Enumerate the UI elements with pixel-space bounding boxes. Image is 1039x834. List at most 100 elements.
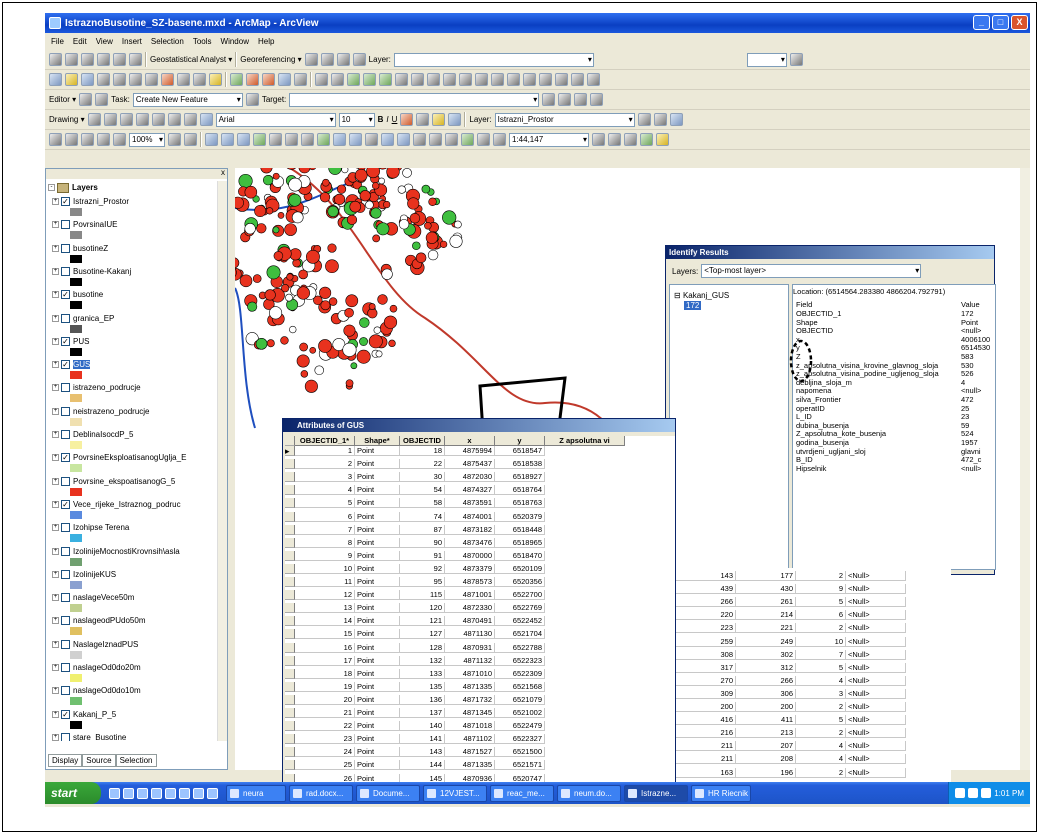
toc-layer-row[interactable]: + PovrsinaIUE [52,218,117,231]
back-extent-icon[interactable] [113,53,126,66]
quicklaunch-icon[interactable] [193,787,204,799]
tool-i-icon[interactable] [443,73,456,86]
layout-tool-b-icon[interactable] [65,133,78,146]
table-row[interactable]: 18 Point 133 4871010 6522309 [285,668,675,679]
zoom-tool-icon[interactable] [237,133,250,146]
font-color-icon[interactable] [400,113,414,126]
layer-visibility-checkbox[interactable] [61,639,70,649]
expand-icon[interactable]: + [52,640,59,648]
expand-icon[interactable]: + [52,198,59,205]
row-selector[interactable] [285,721,295,732]
row-selector[interactable] [285,498,295,509]
expand-icon[interactable]: + [52,244,59,252]
quicklaunch-icon[interactable] [151,787,162,799]
tool-e-icon[interactable] [379,73,392,86]
row-selector[interactable] [285,760,295,771]
table-row[interactable]: 15 Point 127 4871130 6521704 [285,629,675,640]
layer-visibility-checkbox[interactable] [61,732,70,741]
geostatistical-analyst-menu[interactable]: Geostatistical Analyst ▾ [150,55,232,64]
link-table-icon[interactable] [789,53,803,66]
layer-visibility-checkbox[interactable] [61,593,70,603]
paste-icon[interactable] [145,73,158,86]
column-header[interactable]: OBJECTID [400,436,445,446]
cut-icon[interactable] [113,73,126,86]
redo-icon[interactable] [193,73,206,86]
layout-zoom-select[interactable]: 100% [129,132,165,147]
text-tool-icon[interactable] [151,113,165,126]
column-header[interactable]: Z apsolutna vi [545,436,625,446]
fixed-zoom-in-icon[interactable] [269,133,282,146]
tree-root[interactable]: ⊟ Kakanj_GUS [674,291,729,300]
expand-icon[interactable]: + [52,733,59,741]
layout-pan-icon[interactable] [168,133,181,146]
layout-tool-d-icon[interactable] [97,133,110,146]
layer-visibility-checkbox[interactable]: ✓ [61,709,70,719]
layer-visibility-checkbox[interactable] [61,220,70,230]
expand-icon[interactable]: + [52,314,59,322]
toc-layer-row[interactable]: + naslageVece50m [52,591,134,604]
bold-element-icon[interactable] [167,113,181,126]
arrow-icon[interactable] [253,133,266,146]
layer-visibility-checkbox[interactable]: ✓ [61,453,70,463]
toc-layer-row[interactable]: + Izohipse Terena [52,521,129,534]
maximize-button[interactable]: □ [992,15,1009,30]
expand-icon[interactable]: + [52,594,59,602]
table-row[interactable]: 13 Point 120 4872330 6522769 [285,603,675,614]
toc-layer-row[interactable]: + neistrazeno_podrucje [52,405,150,418]
minimize-button[interactable]: _ [973,15,990,30]
command-line-icon[interactable] [278,73,291,86]
layers-root[interactable]: - Layers [48,181,98,194]
full-extent-icon[interactable] [97,53,110,66]
tool-j-icon[interactable] [459,73,472,86]
html-popup-icon[interactable] [608,133,621,146]
tool-m-icon[interactable] [507,73,520,86]
table-row[interactable]: 24 Point 143 4871527 6521500 [285,747,675,758]
lightning-icon[interactable] [656,133,669,146]
marker-color-icon[interactable] [448,113,462,126]
pan-hand-icon[interactable] [301,133,314,146]
toc-layer-row[interactable]: + NaslageIznadPUS [52,638,138,651]
tray-icon[interactable] [968,788,979,798]
column-header[interactable]: OBJECTID_1* [295,436,355,446]
forward-extent-icon[interactable] [129,53,142,66]
toc-layer-row[interactable]: + busotineZ [52,242,108,255]
menu-window[interactable]: Window [221,37,249,46]
toc-layer-row[interactable]: + stare_Busotine [52,731,126,741]
layer-visibility-checkbox[interactable] [61,430,70,439]
table-row[interactable]: 20 Point 136 4871732 6521079 [285,694,675,705]
open-icon[interactable] [65,73,78,86]
table-row[interactable]: 12 Point 115 4871001 6522700 [285,590,675,601]
column-header[interactable]: x [445,436,495,446]
toc-layer-row[interactable]: + ✓ PovrsineEksploatisanogUglja_E [52,451,186,464]
table-row[interactable]: 14 Point 121 4870491 6522452 [285,616,675,627]
whats-this-icon[interactable] [294,73,307,86]
layer-visibility-checkbox[interactable] [61,476,70,486]
layer-visibility-checkbox[interactable]: ✓ [61,499,70,509]
attributes-icon[interactable] [574,93,588,106]
binoculars-icon[interactable] [624,133,637,146]
georeferencing-menu[interactable]: Georeferencing ▾ [240,55,301,64]
layer-visibility-checkbox[interactable] [61,523,70,533]
toc-layer-row[interactable]: + naslageOd0do20m [52,661,141,674]
row-selector[interactable] [285,655,295,666]
table-row[interactable]: 17 Point 132 4871132 6522323 [285,655,675,666]
toc-scrollbar[interactable] [217,181,227,741]
quicklaunch-icon[interactable] [123,787,134,799]
tool-r-icon[interactable] [587,73,600,86]
toc-layer-row[interactable]: + naslageOd0do10m [52,684,141,697]
column-header[interactable]: y [495,436,545,446]
layer-visibility-checkbox[interactable] [61,266,70,276]
expand-icon[interactable]: + [52,267,59,275]
row-selector[interactable] [285,681,295,692]
swipe-layer-icon[interactable] [445,133,458,146]
layer-visibility-checkbox[interactable] [61,686,70,696]
tool-a-icon[interactable] [315,73,328,86]
expand-icon[interactable]: + [52,407,59,415]
georef-shift-icon[interactable] [352,53,366,66]
arctoolbox-icon[interactable] [262,73,275,86]
toc-close-icon[interactable]: x [221,168,225,177]
quicklaunch-icon[interactable] [207,787,218,799]
table-row[interactable]: 11 Point 95 4878573 6520356 [285,577,675,587]
quicklaunch-icon[interactable] [109,787,120,799]
view-link-select[interactable] [746,52,787,67]
